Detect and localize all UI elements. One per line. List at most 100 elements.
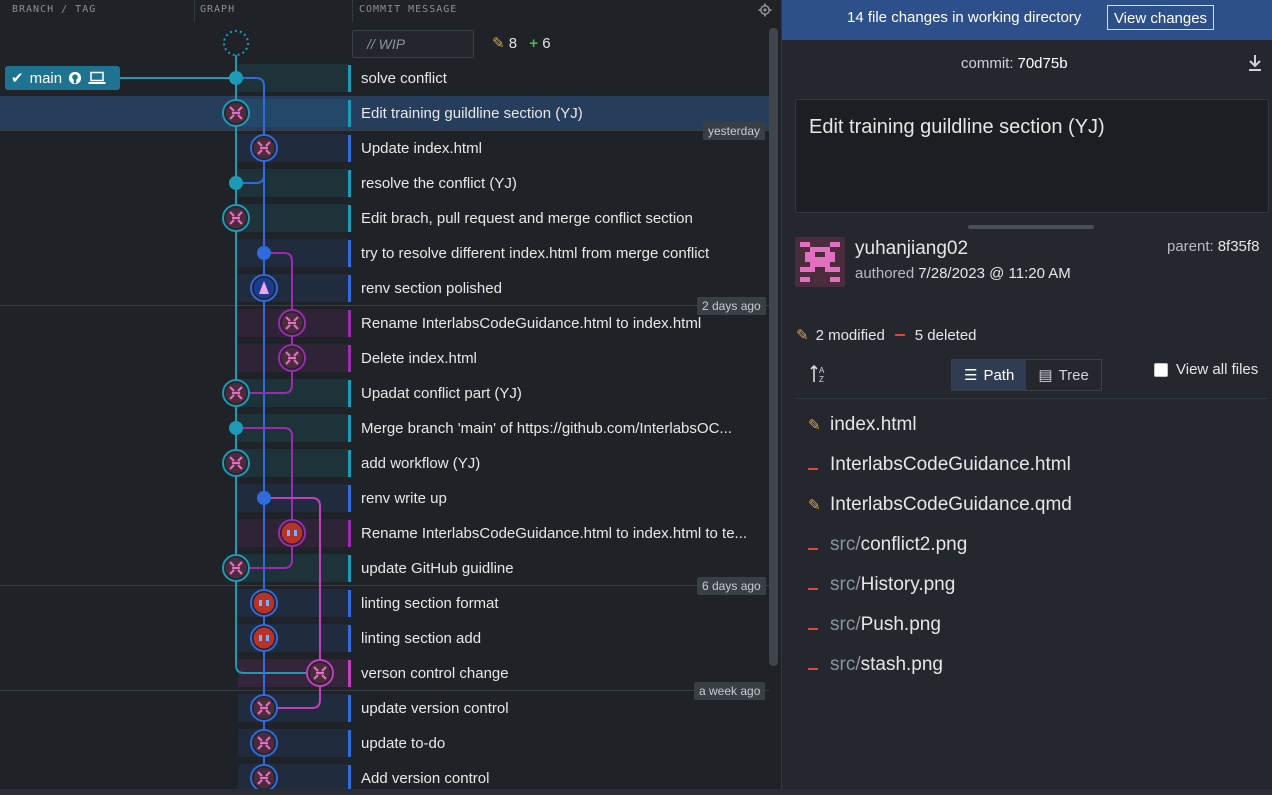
wip-modified-count: 8: [508, 35, 518, 52]
avatar-pixel-icon: [287, 530, 290, 536]
commit-message-text: Edit training guildline section (YJ): [809, 116, 1105, 138]
file-name: stash.png: [860, 654, 944, 675]
commit-dot: [229, 176, 243, 190]
author-name: yuhanjiang02: [855, 238, 969, 259]
commit-message: solve conflict: [361, 70, 447, 87]
minus-icon: [808, 614, 830, 636]
file-item[interactable]: src/stash.png: [808, 645, 1258, 685]
column-header-message: COMMIT MESSAGE: [359, 4, 458, 15]
file-dir: src/: [830, 574, 861, 595]
file-change-stats: ✎ 2 modified 5 deleted: [796, 326, 977, 345]
avatar-pixel-icon: [259, 635, 262, 641]
avatar-pixel-icon: [259, 600, 262, 606]
status-bar: [0, 789, 1272, 795]
file-dir: src/: [830, 534, 861, 555]
avatar-bg: [253, 592, 275, 614]
file-name: InterlabsCodeGuidance.qmd: [830, 494, 1072, 515]
file-name: History.png: [860, 574, 956, 595]
commit-dot: [257, 491, 271, 505]
deleted-count: 5 deleted: [914, 326, 977, 344]
commit-message-cell[interactable]: Upadat conflict part (YJ): [348, 376, 769, 411]
commit-message: Update index.html: [361, 140, 482, 157]
minus-icon: [894, 334, 905, 336]
commit-message-cell[interactable]: Rename InterlabsCodeGuidance.html to ind…: [348, 516, 769, 551]
commit-message-cell[interactable]: add workflow (YJ): [348, 446, 769, 481]
tree-icon: ▤: [1038, 367, 1053, 384]
file-item[interactable]: src/History.png: [808, 565, 1258, 605]
file-dir: src/: [830, 654, 861, 675]
file-item[interactable]: src/Push.png: [808, 605, 1258, 645]
pencil-icon: ✎: [492, 35, 505, 52]
commit-message-cell[interactable]: renv write up: [348, 481, 769, 516]
svg-text:Z: Z: [819, 375, 824, 384]
pencil-icon: ✎: [808, 497, 821, 514]
file-name: conflict2.png: [860, 534, 968, 555]
commit-message: linting section add: [361, 630, 482, 647]
commit-graph: [120, 30, 334, 795]
commit-dot: [229, 71, 243, 85]
file-item[interactable]: ✎ index.html: [808, 405, 1258, 445]
divider: [795, 398, 1267, 399]
avatar-bg: [253, 627, 275, 649]
commit-message-cell[interactable]: resolve the conflict (YJ): [348, 166, 769, 201]
time-badge: a week ago: [694, 682, 766, 700]
file-name: Push.png: [860, 614, 941, 635]
vertical-scrollbar[interactable]: [769, 28, 778, 666]
view-all-files-toggle[interactable]: View all files: [1154, 361, 1258, 378]
commit-detail-panel: 14 file changes in working directory Vie…: [781, 0, 1272, 795]
avatar-bg: [281, 522, 303, 544]
commit-sha-line: commit: 70d75b: [961, 55, 1068, 72]
path-view-button[interactable]: ☰ Path: [952, 360, 1027, 390]
authored-line: authored 7/28/2023 @ 11:20 AM: [855, 265, 1071, 282]
commit-message: linting section format: [361, 595, 499, 612]
commit-message-cell[interactable]: linting section add: [348, 621, 769, 656]
view-all-files-label: View all files: [1176, 361, 1259, 378]
minus-icon: [808, 534, 830, 556]
view-mode-toggle: ☰ Path ▤ Tree: [951, 359, 1102, 391]
avatar-pixel-icon: [266, 600, 269, 606]
file-item[interactable]: src/conflict2.png: [808, 525, 1258, 565]
commit-message: Upadat conflict part (YJ): [361, 385, 522, 402]
file-dir: src/: [830, 614, 861, 635]
commit-label: commit:: [961, 55, 1014, 72]
commit-message-cell[interactable]: Delete index.html: [348, 341, 769, 376]
commit-message: update to-do: [361, 735, 446, 752]
resize-handle[interactable]: [968, 225, 1094, 229]
file-item[interactable]: ✎ InterlabsCodeGuidance.qmd: [808, 485, 1258, 525]
commit-message: Delete index.html: [361, 350, 477, 367]
download-icon[interactable]: [1247, 54, 1263, 72]
minus-icon: [808, 574, 830, 596]
file-name: InterlabsCodeGuidance.html: [830, 454, 1071, 475]
settings-gear-icon[interactable]: [758, 3, 772, 17]
pencil-icon: ✎: [796, 327, 809, 344]
commit-message-box[interactable]: Edit training guildline section (YJ): [795, 99, 1269, 213]
commit-message-cell[interactable]: try to resolve different index.html from…: [348, 236, 769, 271]
commit-message-cell[interactable]: Merge branch 'main' of https://github.co…: [348, 411, 769, 446]
modified-count: 2 modified: [815, 326, 885, 344]
author-avatar: [795, 237, 845, 287]
graph-edge: [235, 568, 320, 674]
commit-message-cell[interactable]: Edit brach, pull request and merge confl…: [348, 201, 769, 236]
commit-message-cell[interactable]: solve conflict: [348, 61, 769, 96]
wip-input[interactable]: // WIP: [352, 30, 474, 58]
commit-message: Add version control: [361, 770, 490, 787]
authored-date: 7/28/2023 @ 11:20 AM: [918, 265, 1071, 282]
time-badge: yesterday: [703, 122, 766, 140]
commit-message: Rename InterlabsCodeGuidance.html to ind…: [361, 315, 702, 332]
plus-icon: +: [529, 35, 539, 52]
tree-view-button[interactable]: ▤ Tree: [1026, 360, 1100, 390]
sort-icon[interactable]: A Z: [810, 364, 830, 384]
commit-message: verson control change: [361, 665, 509, 682]
parent-sha[interactable]: 8f35f8: [1218, 238, 1260, 255]
working-directory-banner: 14 file changes in working directory Vie…: [782, 0, 1272, 40]
file-item[interactable]: InterlabsCodeGuidance.html: [808, 445, 1258, 485]
banner-text: 14 file changes in working directory: [847, 9, 1082, 26]
view-all-files-checkbox[interactable]: [1154, 362, 1168, 377]
commit-message: Rename InterlabsCodeGuidance.html to ind…: [361, 525, 748, 542]
commit-message-cell[interactable]: update to-do: [348, 726, 769, 761]
minus-icon: [808, 454, 830, 476]
wip-stats: ✎ 8 + 6: [492, 34, 551, 52]
view-changes-button[interactable]: View changes: [1107, 5, 1214, 30]
commit-sha[interactable]: 70d75b: [1018, 55, 1068, 72]
commit-message: renv section polished: [361, 280, 502, 297]
